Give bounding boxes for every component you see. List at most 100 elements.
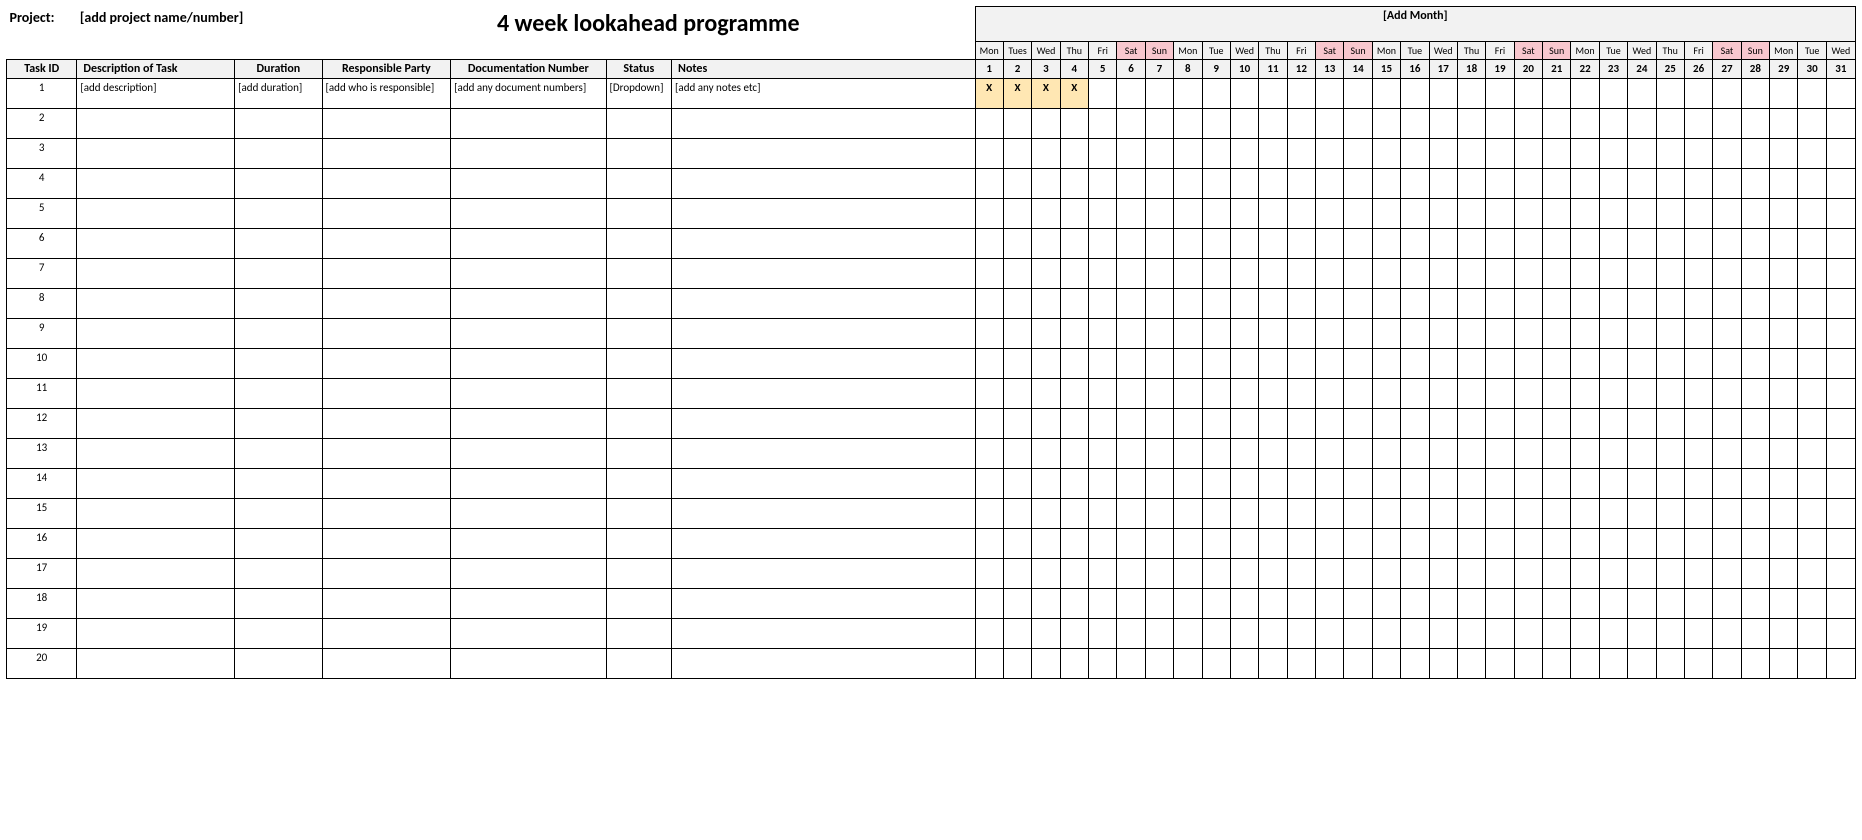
gantt-cell[interactable] <box>1287 169 1315 199</box>
gantt-cell[interactable] <box>1372 169 1400 199</box>
gantt-cell[interactable]: X <box>1003 79 1031 109</box>
responsible-cell[interactable] <box>322 319 451 349</box>
duration-cell[interactable] <box>235 439 322 469</box>
gantt-cell[interactable] <box>1003 169 1031 199</box>
doc-number-cell[interactable] <box>451 589 606 619</box>
gantt-cell[interactable] <box>1287 499 1315 529</box>
gantt-cell[interactable] <box>1202 619 1230 649</box>
gantt-cell[interactable] <box>1344 349 1372 379</box>
gantt-cell[interactable] <box>1032 589 1060 619</box>
gantt-cell[interactable] <box>975 439 1003 469</box>
gantt-cell[interactable] <box>1628 289 1656 319</box>
gantt-cell[interactable] <box>1741 199 1769 229</box>
gantt-cell[interactable] <box>1770 199 1798 229</box>
doc-number-cell[interactable] <box>451 649 606 679</box>
gantt-cell[interactable] <box>1259 289 1287 319</box>
notes-cell[interactable] <box>672 619 975 649</box>
gantt-cell[interactable] <box>1684 79 1712 109</box>
gantt-cell[interactable] <box>1316 349 1344 379</box>
description-cell[interactable] <box>77 589 235 619</box>
gantt-cell[interactable] <box>1003 109 1031 139</box>
gantt-cell[interactable] <box>1486 109 1514 139</box>
gantt-cell[interactable] <box>1599 409 1627 439</box>
gantt-cell[interactable] <box>1457 79 1485 109</box>
gantt-cell[interactable] <box>1571 139 1599 169</box>
notes-cell[interactable] <box>672 289 975 319</box>
gantt-cell[interactable] <box>1770 319 1798 349</box>
gantt-cell[interactable] <box>1628 409 1656 439</box>
gantt-cell[interactable] <box>1429 229 1457 259</box>
gantt-cell[interactable] <box>1571 469 1599 499</box>
gantt-cell[interactable] <box>1174 649 1202 679</box>
notes-cell[interactable] <box>672 649 975 679</box>
gantt-cell[interactable] <box>1259 439 1287 469</box>
gantt-cell[interactable] <box>1089 559 1117 589</box>
gantt-cell[interactable] <box>1344 409 1372 439</box>
gantt-cell[interactable] <box>1514 379 1542 409</box>
gantt-cell[interactable] <box>1571 319 1599 349</box>
gantt-cell[interactable] <box>1571 349 1599 379</box>
gantt-cell[interactable] <box>1628 319 1656 349</box>
gantt-cell[interactable] <box>1145 319 1173 349</box>
gantt-cell[interactable] <box>1372 439 1400 469</box>
gantt-cell[interactable] <box>1656 229 1684 259</box>
gantt-cell[interactable] <box>1316 529 1344 559</box>
gantt-cell[interactable] <box>1713 559 1741 589</box>
gantt-cell[interactable] <box>1259 409 1287 439</box>
gantt-cell[interactable] <box>1032 199 1060 229</box>
gantt-cell[interactable] <box>1543 199 1571 229</box>
gantt-cell[interactable] <box>1259 229 1287 259</box>
gantt-cell[interactable] <box>1372 379 1400 409</box>
gantt-cell[interactable] <box>1287 349 1315 379</box>
gantt-cell[interactable] <box>1713 469 1741 499</box>
responsible-cell[interactable] <box>322 559 451 589</box>
gantt-cell[interactable] <box>1486 619 1514 649</box>
description-cell[interactable] <box>77 439 235 469</box>
gantt-cell[interactable] <box>1628 109 1656 139</box>
gantt-cell[interactable] <box>1429 469 1457 499</box>
gantt-cell[interactable] <box>1372 559 1400 589</box>
gantt-cell[interactable] <box>1514 109 1542 139</box>
responsible-cell[interactable]: [add who is responsible] <box>322 79 451 109</box>
gantt-cell[interactable] <box>975 649 1003 679</box>
gantt-cell[interactable] <box>1401 649 1429 679</box>
gantt-cell[interactable] <box>1316 169 1344 199</box>
description-cell[interactable] <box>77 499 235 529</box>
gantt-cell[interactable] <box>1202 289 1230 319</box>
status-dropdown[interactable] <box>606 379 672 409</box>
gantt-cell[interactable] <box>1316 259 1344 289</box>
gantt-cell[interactable] <box>1089 349 1117 379</box>
gantt-cell[interactable] <box>1571 649 1599 679</box>
gantt-cell[interactable] <box>1287 109 1315 139</box>
gantt-cell[interactable] <box>1429 139 1457 169</box>
gantt-cell[interactable] <box>1287 229 1315 259</box>
gantt-cell[interactable] <box>1316 319 1344 349</box>
gantt-cell[interactable] <box>1457 259 1485 289</box>
gantt-cell[interactable] <box>1571 109 1599 139</box>
description-cell[interactable] <box>77 319 235 349</box>
gantt-cell[interactable] <box>1003 529 1031 559</box>
gantt-cell[interactable] <box>1202 649 1230 679</box>
gantt-cell[interactable] <box>1401 559 1429 589</box>
gantt-cell[interactable] <box>1316 559 1344 589</box>
gantt-cell[interactable] <box>1571 499 1599 529</box>
gantt-cell[interactable] <box>1230 499 1258 529</box>
gantt-cell[interactable] <box>1571 439 1599 469</box>
gantt-cell[interactable] <box>1202 379 1230 409</box>
gantt-cell[interactable] <box>1798 409 1826 439</box>
gantt-cell[interactable] <box>1656 289 1684 319</box>
gantt-cell[interactable] <box>1798 649 1826 679</box>
gantt-cell[interactable] <box>1684 499 1712 529</box>
gantt-cell[interactable] <box>1230 619 1258 649</box>
gantt-cell[interactable] <box>1713 499 1741 529</box>
gantt-cell[interactable] <box>1259 259 1287 289</box>
description-cell[interactable] <box>77 289 235 319</box>
gantt-cell[interactable] <box>1202 499 1230 529</box>
duration-cell[interactable] <box>235 469 322 499</box>
gantt-cell[interactable] <box>1741 79 1769 109</box>
gantt-cell[interactable] <box>1089 319 1117 349</box>
gantt-cell[interactable] <box>1003 229 1031 259</box>
gantt-cell[interactable] <box>1174 139 1202 169</box>
gantt-cell[interactable] <box>1628 589 1656 619</box>
notes-cell[interactable]: [add any notes etc] <box>672 79 975 109</box>
